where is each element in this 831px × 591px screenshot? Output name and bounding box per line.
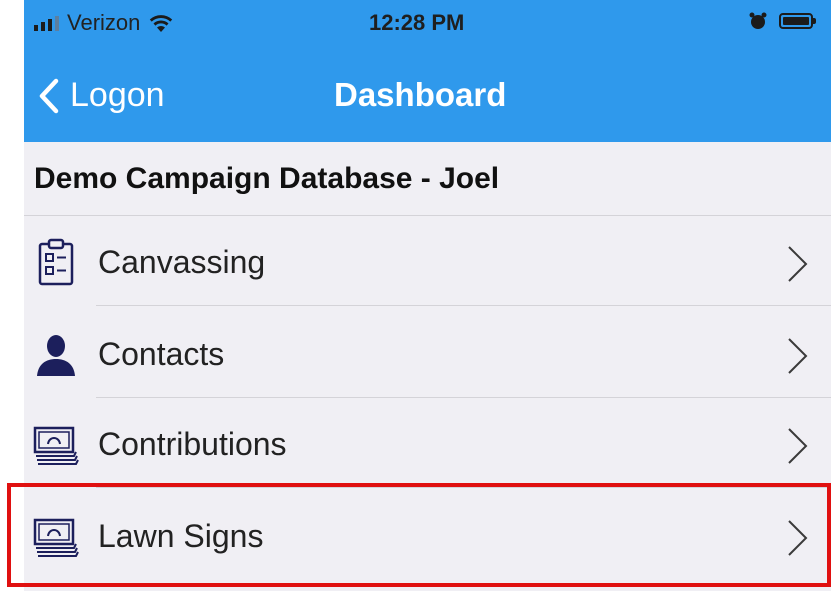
status-time: 12:28 PM xyxy=(369,10,465,35)
back-button-label: Logon xyxy=(70,76,165,114)
alarm-clock-icon xyxy=(749,12,767,29)
menu-item-label: Lawn Signs xyxy=(98,518,264,554)
signal-strength-icon xyxy=(34,15,59,31)
money-bills-icon xyxy=(33,426,79,465)
menu-item-contacts[interactable]: Contacts xyxy=(24,308,831,398)
clipboard-checklist-icon xyxy=(38,238,74,286)
chevron-left-icon xyxy=(39,78,59,113)
battery-icon xyxy=(779,13,816,29)
status-left: Verizon xyxy=(34,10,174,36)
menu-item-contributions[interactable]: Contributions xyxy=(24,398,831,488)
menu-item-canvassing[interactable]: Canvassing xyxy=(24,216,831,306)
database-title: Demo Campaign Database - Joel xyxy=(34,162,500,195)
row-divider xyxy=(96,487,831,488)
chevron-right-icon xyxy=(788,520,808,556)
page-title: Dashboard xyxy=(334,76,507,113)
menu-item-label: Canvassing xyxy=(98,244,266,280)
status-bar: Verizon 12:28 PM xyxy=(24,0,831,52)
money-bills-icon xyxy=(33,518,79,557)
phone-screen: Verizon 12:28 PM Logon Dashboard Demo Ca… xyxy=(0,0,831,591)
back-button[interactable]: Logon xyxy=(38,76,165,115)
chevron-right-icon xyxy=(788,428,808,464)
menu-item-label: Contributions xyxy=(98,426,287,462)
wifi-icon xyxy=(150,15,173,32)
carrier-name: Verizon xyxy=(67,10,141,35)
database-header: Demo Campaign Database - Joel xyxy=(24,142,831,216)
menu-item-lawn-signs[interactable]: Lawn Signs xyxy=(24,490,831,580)
chevron-right-icon xyxy=(788,246,808,282)
row-divider xyxy=(96,305,831,306)
chevron-right-icon xyxy=(788,338,808,374)
navigation-bar: Logon Dashboard xyxy=(24,52,831,142)
dashboard-menu: Canvassing Contacts Contributions Lawn S… xyxy=(24,216,831,591)
status-right xyxy=(749,12,816,30)
person-icon xyxy=(37,335,75,376)
menu-item-label: Contacts xyxy=(98,336,225,372)
